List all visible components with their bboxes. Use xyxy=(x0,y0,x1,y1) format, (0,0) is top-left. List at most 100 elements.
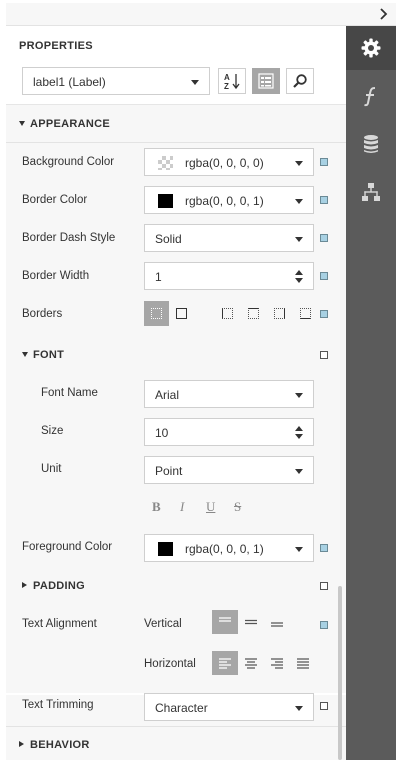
border-none-button[interactable] xyxy=(144,301,169,326)
black-swatch xyxy=(158,194,173,208)
chevron-down-icon xyxy=(295,199,303,204)
border-width-stepper[interactable]: 1 xyxy=(144,262,314,290)
panel-title: PROPERTIES xyxy=(19,40,93,52)
border-bottom-icon[interactable] xyxy=(300,308,311,319)
sort-alpha-icon: A Z xyxy=(224,73,240,90)
bold-button[interactable]: B xyxy=(152,499,161,515)
search-button[interactable] xyxy=(286,68,314,94)
transparent-swatch xyxy=(158,156,173,170)
tab-report-explorer[interactable] xyxy=(346,170,396,214)
chevron-right-icon[interactable] xyxy=(376,7,390,21)
border-right-icon[interactable] xyxy=(274,308,285,319)
foreground-color-field[interactable]: rgba(0, 0, 0, 1) xyxy=(144,534,314,562)
align-bottom-icon xyxy=(271,622,283,627)
property-marker[interactable] xyxy=(320,196,328,204)
unit-value: Point xyxy=(155,464,183,478)
align-top-icon xyxy=(219,617,231,622)
property-marker[interactable] xyxy=(320,158,328,166)
increment-icon[interactable] xyxy=(295,426,303,431)
size-stepper[interactable]: 10 xyxy=(144,418,314,446)
black-swatch xyxy=(158,542,173,556)
categories-button[interactable] xyxy=(252,68,280,94)
tab-expressions[interactable] xyxy=(346,74,396,118)
decrement-icon[interactable] xyxy=(295,278,303,283)
font-name-select[interactable]: Arial xyxy=(144,380,314,408)
border-width-label: Border Width xyxy=(22,270,90,282)
gear-icon xyxy=(361,38,381,58)
align-center-icon xyxy=(245,658,257,669)
collapse-icon xyxy=(19,741,24,748)
align-justify-button[interactable] xyxy=(290,651,316,675)
section-font-label: FONT xyxy=(33,349,65,361)
align-justify-icon xyxy=(297,658,309,669)
border-dash-style-value: Solid xyxy=(155,232,182,246)
border-color-value: rgba(0, 0, 0, 1) xyxy=(185,194,264,208)
divider xyxy=(6,142,346,143)
section-padding[interactable]: PADDING xyxy=(22,580,85,592)
section-font[interactable]: FONT xyxy=(22,349,64,361)
chevron-down-icon xyxy=(295,469,303,474)
text-alignment-label: Text Alignment xyxy=(22,618,97,630)
align-bottom-button[interactable] xyxy=(264,610,290,634)
properties-window: PROPERTIES label1 (Label) A Z APPEARANCE… xyxy=(0,0,404,760)
border-top-icon[interactable] xyxy=(248,308,259,319)
border-color-field[interactable]: rgba(0, 0, 0, 1) xyxy=(144,186,314,214)
text-trimming-value: Character xyxy=(155,701,208,715)
svg-text:Z: Z xyxy=(224,82,229,90)
align-left-button[interactable] xyxy=(212,651,238,675)
section-padding-label: PADDING xyxy=(33,580,86,592)
top-bar xyxy=(6,3,396,26)
sort-alpha-button[interactable]: A Z xyxy=(218,68,246,94)
foreground-color-label: Foreground Color xyxy=(22,541,113,553)
function-icon xyxy=(364,87,376,107)
property-marker[interactable] xyxy=(320,351,328,359)
align-middle-icon xyxy=(245,619,257,625)
tab-data-source[interactable] xyxy=(346,122,396,166)
underline-button[interactable]: U xyxy=(206,499,215,515)
property-marker[interactable] xyxy=(320,621,328,629)
chevron-down-icon xyxy=(191,80,199,85)
align-center-button[interactable] xyxy=(238,651,264,675)
search-icon xyxy=(293,74,307,88)
text-trimming-select[interactable]: Character xyxy=(144,693,314,721)
align-middle-button[interactable] xyxy=(238,610,264,634)
align-right-button[interactable] xyxy=(264,651,290,675)
border-all-icon[interactable] xyxy=(176,308,187,319)
property-marker[interactable] xyxy=(320,544,328,552)
side-tab-bar xyxy=(346,26,396,760)
text-trimming-label: Text Trimming xyxy=(22,699,94,711)
component-selector[interactable]: label1 (Label) xyxy=(22,67,210,95)
expand-icon xyxy=(22,351,28,357)
font-name-value: Arial xyxy=(155,388,180,402)
size-label: Size xyxy=(41,425,64,437)
increment-icon[interactable] xyxy=(295,270,303,275)
border-dash-style-select[interactable]: Solid xyxy=(144,224,314,252)
scrollbar[interactable] xyxy=(338,586,342,760)
property-marker[interactable] xyxy=(320,272,328,280)
tab-properties[interactable] xyxy=(346,26,396,70)
background-color-label: Background Color xyxy=(22,156,115,168)
property-marker[interactable] xyxy=(320,234,328,242)
vertical-label: Vertical xyxy=(144,618,182,630)
border-none-icon xyxy=(151,308,162,319)
decrement-icon[interactable] xyxy=(295,434,303,439)
unit-select[interactable]: Point xyxy=(144,456,314,484)
section-behavior[interactable]: BEHAVIOR xyxy=(19,739,90,751)
section-appearance[interactable]: APPEARANCE xyxy=(19,118,110,130)
foreground-color-value: rgba(0, 0, 0, 1) xyxy=(185,542,264,556)
italic-button[interactable]: I xyxy=(180,499,184,515)
strikeout-button[interactable]: S xyxy=(234,499,241,515)
background-color-field[interactable]: rgba(0, 0, 0, 0) xyxy=(144,148,314,176)
categories-icon xyxy=(258,73,274,89)
property-marker[interactable] xyxy=(320,310,328,318)
border-left-icon[interactable] xyxy=(222,308,233,319)
chevron-down-icon xyxy=(295,706,303,711)
align-right-icon xyxy=(271,658,283,669)
unit-label: Unit xyxy=(41,463,62,475)
expand-icon xyxy=(19,120,25,126)
align-top-button[interactable] xyxy=(212,610,238,634)
align-left-icon xyxy=(219,658,231,669)
property-marker[interactable] xyxy=(320,702,328,710)
property-marker[interactable] xyxy=(320,582,328,590)
border-width-value: 1 xyxy=(155,270,162,284)
